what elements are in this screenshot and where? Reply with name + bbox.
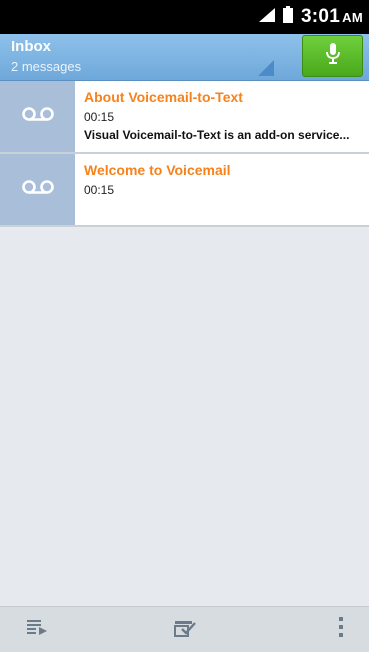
record-voicemail-button[interactable] (302, 35, 363, 77)
message-preview: Visual Voicemail-to-Text is an add-on se… (84, 128, 350, 142)
battery-icon (282, 6, 293, 28)
overflow-menu-icon (338, 616, 344, 643)
clock: 3:01 AM (300, 6, 363, 27)
select-button[interactable] (160, 607, 210, 652)
message-title: Welcome to Voicemail (84, 162, 231, 178)
voicemail-icon (21, 179, 54, 200)
microphone-icon (325, 42, 340, 70)
overflow-menu-button[interactable] (316, 607, 366, 652)
voicemail-thumbnail (0, 81, 75, 152)
bottom-action-bar (0, 606, 369, 652)
list-item[interactable]: Welcome to Voicemail 00:15 (0, 154, 369, 227)
message-title: About Voicemail-to-Text (84, 89, 243, 105)
voicemail-thumbnail (0, 154, 75, 225)
status-bar: 3:01 AM (0, 0, 369, 34)
message-count[interactable]: 2 messages (11, 59, 81, 74)
message-duration: 00:15 (84, 110, 115, 124)
signal-icon (258, 7, 275, 27)
voicemail-icon (21, 106, 54, 127)
folder-title[interactable]: Inbox (11, 38, 51, 55)
dropdown-indicator-icon[interactable] (258, 60, 274, 76)
play-all-button[interactable] (12, 607, 62, 652)
select-check-icon (174, 617, 196, 642)
empty-list-area (0, 228, 369, 605)
play-list-icon (27, 619, 47, 640)
message-list: About Voicemail-to-Text 00:15 Visual Voi… (0, 81, 369, 227)
message-duration: 00:15 (84, 183, 115, 197)
list-item[interactable]: About Voicemail-to-Text 00:15 Visual Voi… (0, 81, 369, 154)
